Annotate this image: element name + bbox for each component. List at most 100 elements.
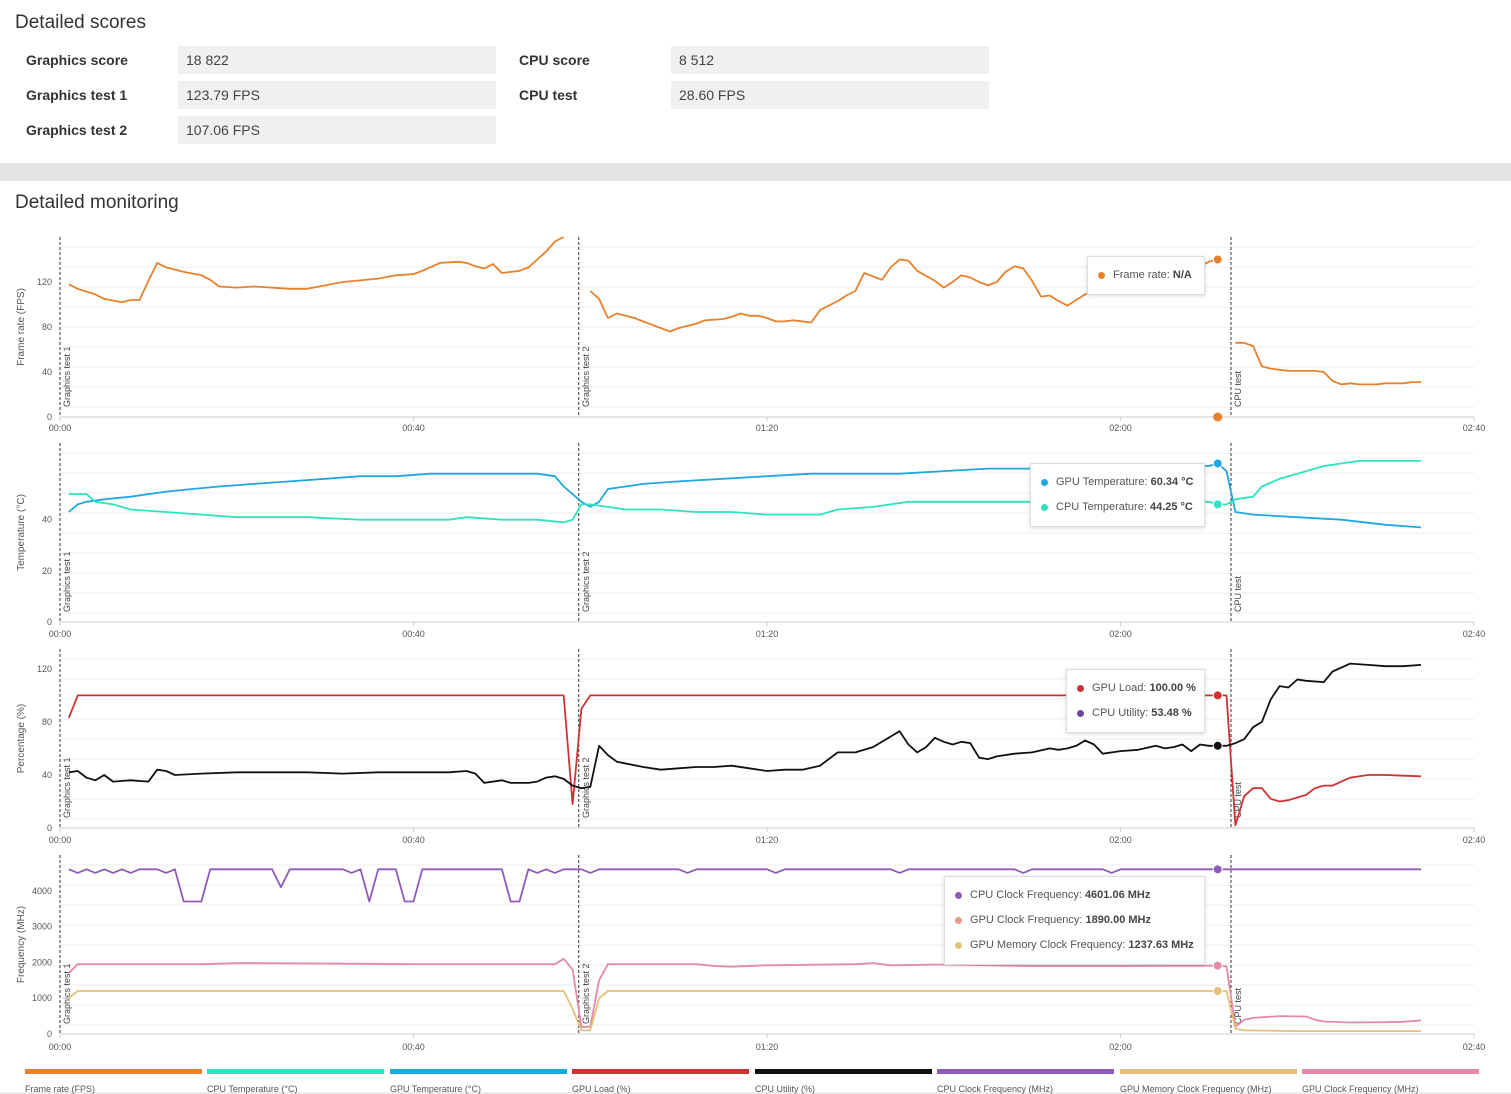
tooltip-percentage: GPU Load: 100.00 % CPU Utility: 53.48 % [1066,669,1205,733]
y-tick-label: 2000 [32,957,52,967]
y-tick-label: 80 [42,717,52,727]
series-dot [1077,709,1084,717]
x-tick-label: 00:40 [402,629,425,639]
y-tick-label: 0 [47,1029,52,1039]
x-tick-label: 02:40 [1463,835,1486,845]
hover-point [1212,986,1223,997]
y-tick-label: 0 [47,823,52,833]
tooltip-value: 44.25 °C [1149,501,1193,513]
tooltip-label: GPU Temperature: [1056,476,1148,488]
legend-item[interactable]: CPU Utility (%) [755,1069,932,1094]
tooltip-temperature: GPU Temperature: 60.34 °C CPU Temperatur… [1030,463,1205,527]
x-tick-label: 02:00 [1109,423,1132,433]
legend-item[interactable]: GPU Load (%) [572,1069,749,1094]
x-tick-label: 02:40 [1463,629,1486,639]
y-tick-label: 4000 [32,886,52,896]
chart-panel: 0 40 80 120 00:00 00:40 01:20 02:00 02:40 Percent… [16,649,1485,845]
test-marker-label: Graphics test 2 [581,346,591,407]
test-marker-label: CPU test [1233,575,1243,612]
x-tick-label: 01:20 [756,835,779,845]
y-tick-label: 40 [42,770,52,780]
test-marker-label: Graphics test 1 [62,346,72,407]
hover-point [1212,690,1223,701]
test-marker-label: Graphics test 1 [62,551,72,612]
x-tick-label: 00:00 [49,835,72,845]
y-axis-title: Temperature (°C) [16,494,27,571]
legend-item[interactable]: GPU Temperature (°C) [390,1069,567,1094]
chart-panel: 0 40 80 120 00:00 00:40 01:20 02:00 02:40 Frame r… [16,236,1486,433]
y-tick-label: 120 [37,664,52,674]
series-dot [1077,684,1084,692]
x-tick-label: 02:00 [1109,1042,1132,1052]
test-marker-label: Graphics test 1 [62,757,72,818]
legend-item[interactable]: GPU Memory Clock Frequency (MHz) [1120,1069,1297,1094]
tooltip-value: 60.34 °C [1150,476,1194,488]
y-tick-label: 1000 [32,993,52,1003]
hover-point [1212,458,1223,469]
x-tick-label: 01:20 [756,1042,779,1052]
tooltip-label: GPU Load: [1092,682,1147,694]
x-tick-label: 00:00 [49,1042,72,1052]
chart-panel: 0 20 40 00:00 00:40 01:20 02:00 02:40 Temperatur… [16,443,1485,639]
tooltip-label: CPU Clock Frequency: [970,889,1082,901]
series-dot [1041,503,1048,511]
series-dot [955,941,962,949]
legend-item[interactable]: CPU Clock Frequency (MHz) [937,1069,1114,1094]
hover-point [1213,412,1223,422]
test-marker-label: CPU test [1233,370,1243,407]
tooltip-label: GPU Memory Clock Frequency: [970,939,1126,951]
tooltip-label: GPU Clock Frequency: [970,914,1083,926]
tooltip-value: 4601.06 MHz [1084,889,1151,901]
x-tick-label: 00:00 [49,423,72,433]
x-tick-label: 00:40 [402,1042,425,1052]
test-marker-label: Graphics test 2 [581,551,591,612]
series-dot [955,916,962,924]
y-tick-label: 0 [47,412,52,422]
series-dot [955,891,962,899]
y-tick-label: 0 [47,617,52,627]
x-tick-label: 00:40 [402,423,425,433]
y-axis-title: Frame rate (FPS) [16,288,27,366]
series-line [68,662,1422,790]
hover-point [1212,254,1223,265]
tooltip-label: Frame rate: [1113,269,1170,281]
hover-point [1212,740,1223,751]
series-line [67,694,1422,827]
series-dot [1041,478,1048,486]
x-tick-label: 02:00 [1109,629,1132,639]
y-tick-label: 40 [42,515,52,525]
tooltip-value: 1890.00 MHz [1085,914,1151,926]
chart-panel: 0 1000 2000 3000 4000 00:00 00:40 01:20 02:00 02:… [16,855,1485,1052]
y-tick-label: 80 [42,322,52,332]
x-tick-label: 02:40 [1463,423,1486,433]
tooltip-frequency: CPU Clock Frequency: 4601.06 MHz GPU Clo… [944,876,1205,965]
legend-item[interactable]: Frame rate (FPS) [25,1069,202,1094]
x-tick-label: 00:40 [402,835,425,845]
y-tick-label: 20 [42,566,52,576]
test-marker-label: Graphics test 2 [581,963,591,1024]
tooltip-value: 53.48 % [1151,707,1192,719]
x-tick-label: 00:00 [49,629,72,639]
tooltip-label: CPU Utility: [1092,707,1149,719]
legend-item[interactable]: GPU Clock Frequency (MHz) [1302,1069,1479,1094]
tooltip-value: N/A [1172,269,1192,281]
x-tick-label: 02:40 [1463,1042,1486,1052]
x-tick-label: 01:20 [756,629,779,639]
monitoring-charts: 0 40 80 120 00:00 00:40 01:20 02:00 02:40 Frame r… [16,236,1486,1052]
tooltip-label: CPU Temperature: [1056,501,1147,513]
x-tick-label: 01:20 [756,423,779,433]
series-dot [1098,271,1105,279]
y-tick-label: 3000 [32,922,52,932]
hover-point [1212,499,1223,510]
x-tick-label: 02:00 [1109,835,1132,845]
legend-item[interactable]: CPU Temperature (°C) [207,1069,384,1094]
hover-point [1212,864,1223,875]
y-axis-title: Percentage (%) [16,704,27,773]
tooltip-value: 1237.63 MHz [1128,939,1194,951]
hover-point [1212,960,1223,971]
y-axis-title: Frequency (MHz) [16,906,27,983]
series-line [1235,341,1421,386]
tooltip-value: 100.00 % [1149,682,1196,694]
tooltip-frame-rate: Frame rate: N/A [1087,256,1205,295]
y-tick-label: 120 [37,277,52,287]
